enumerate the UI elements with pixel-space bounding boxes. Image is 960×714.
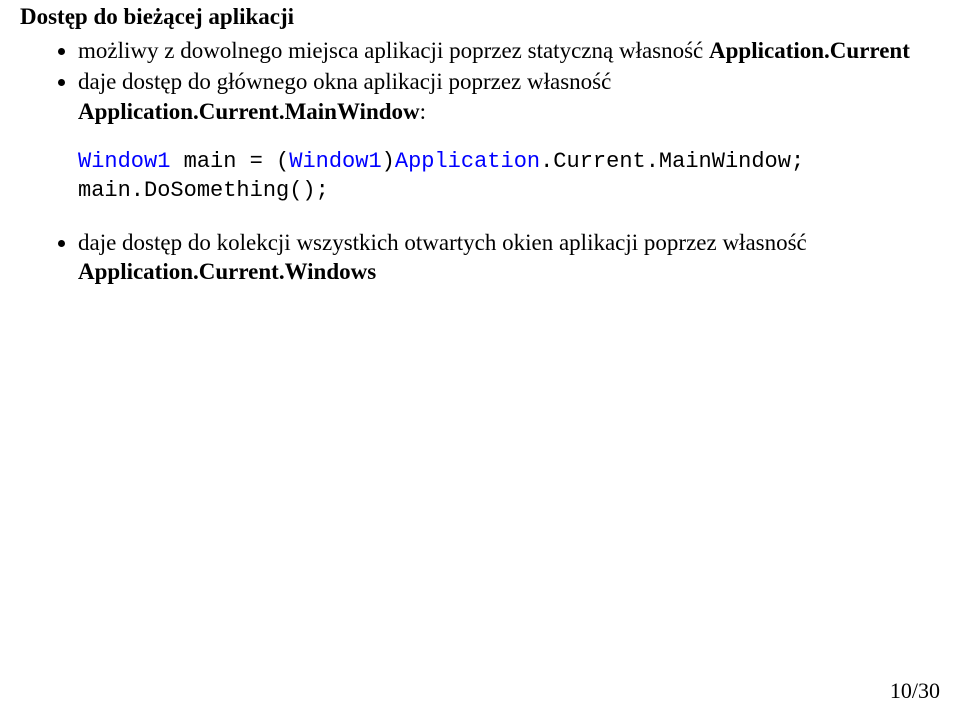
- code-text: ): [382, 149, 395, 174]
- page-number: 10/30: [890, 678, 940, 704]
- code-type: Application: [395, 149, 540, 174]
- page-title: Dostęp do bieżącej aplikacji: [20, 4, 940, 30]
- list-item: daje dostęp do głównego okna aplikacji p…: [78, 67, 940, 205]
- document-page: Dostęp do bieżącej aplikacji możliwy z d…: [0, 0, 960, 714]
- bullet-bold: Application.Current: [709, 38, 910, 63]
- code-type: Window1: [78, 149, 170, 174]
- list-item: możliwy z dowolnego miejsca aplikacji po…: [78, 36, 940, 65]
- code-text: main = (: [170, 149, 289, 174]
- bullet-list: możliwy z dowolnego miejsca aplikacji po…: [20, 36, 940, 286]
- bullet-text: możliwy z dowolnego miejsca aplikacji po…: [78, 38, 709, 63]
- bullet-text: daje dostęp do kolekcji wszystkich otwar…: [78, 230, 807, 255]
- code-text: .Current.MainWindow;: [540, 149, 804, 174]
- list-item: daje dostęp do kolekcji wszystkich otwar…: [78, 228, 940, 287]
- code-text: main.DoSomething();: [78, 178, 329, 203]
- bullet-bold: Application.Current.MainWindow: [78, 99, 420, 124]
- code-type: Window1: [289, 149, 381, 174]
- bullet-text: :: [420, 99, 426, 124]
- bullet-bold: Application.Current.Windows: [78, 259, 376, 284]
- bullet-text: daje dostęp do głównego okna aplikacji p…: [78, 69, 611, 94]
- code-block: Window1 main = (Window1)Application.Curr…: [78, 148, 940, 205]
